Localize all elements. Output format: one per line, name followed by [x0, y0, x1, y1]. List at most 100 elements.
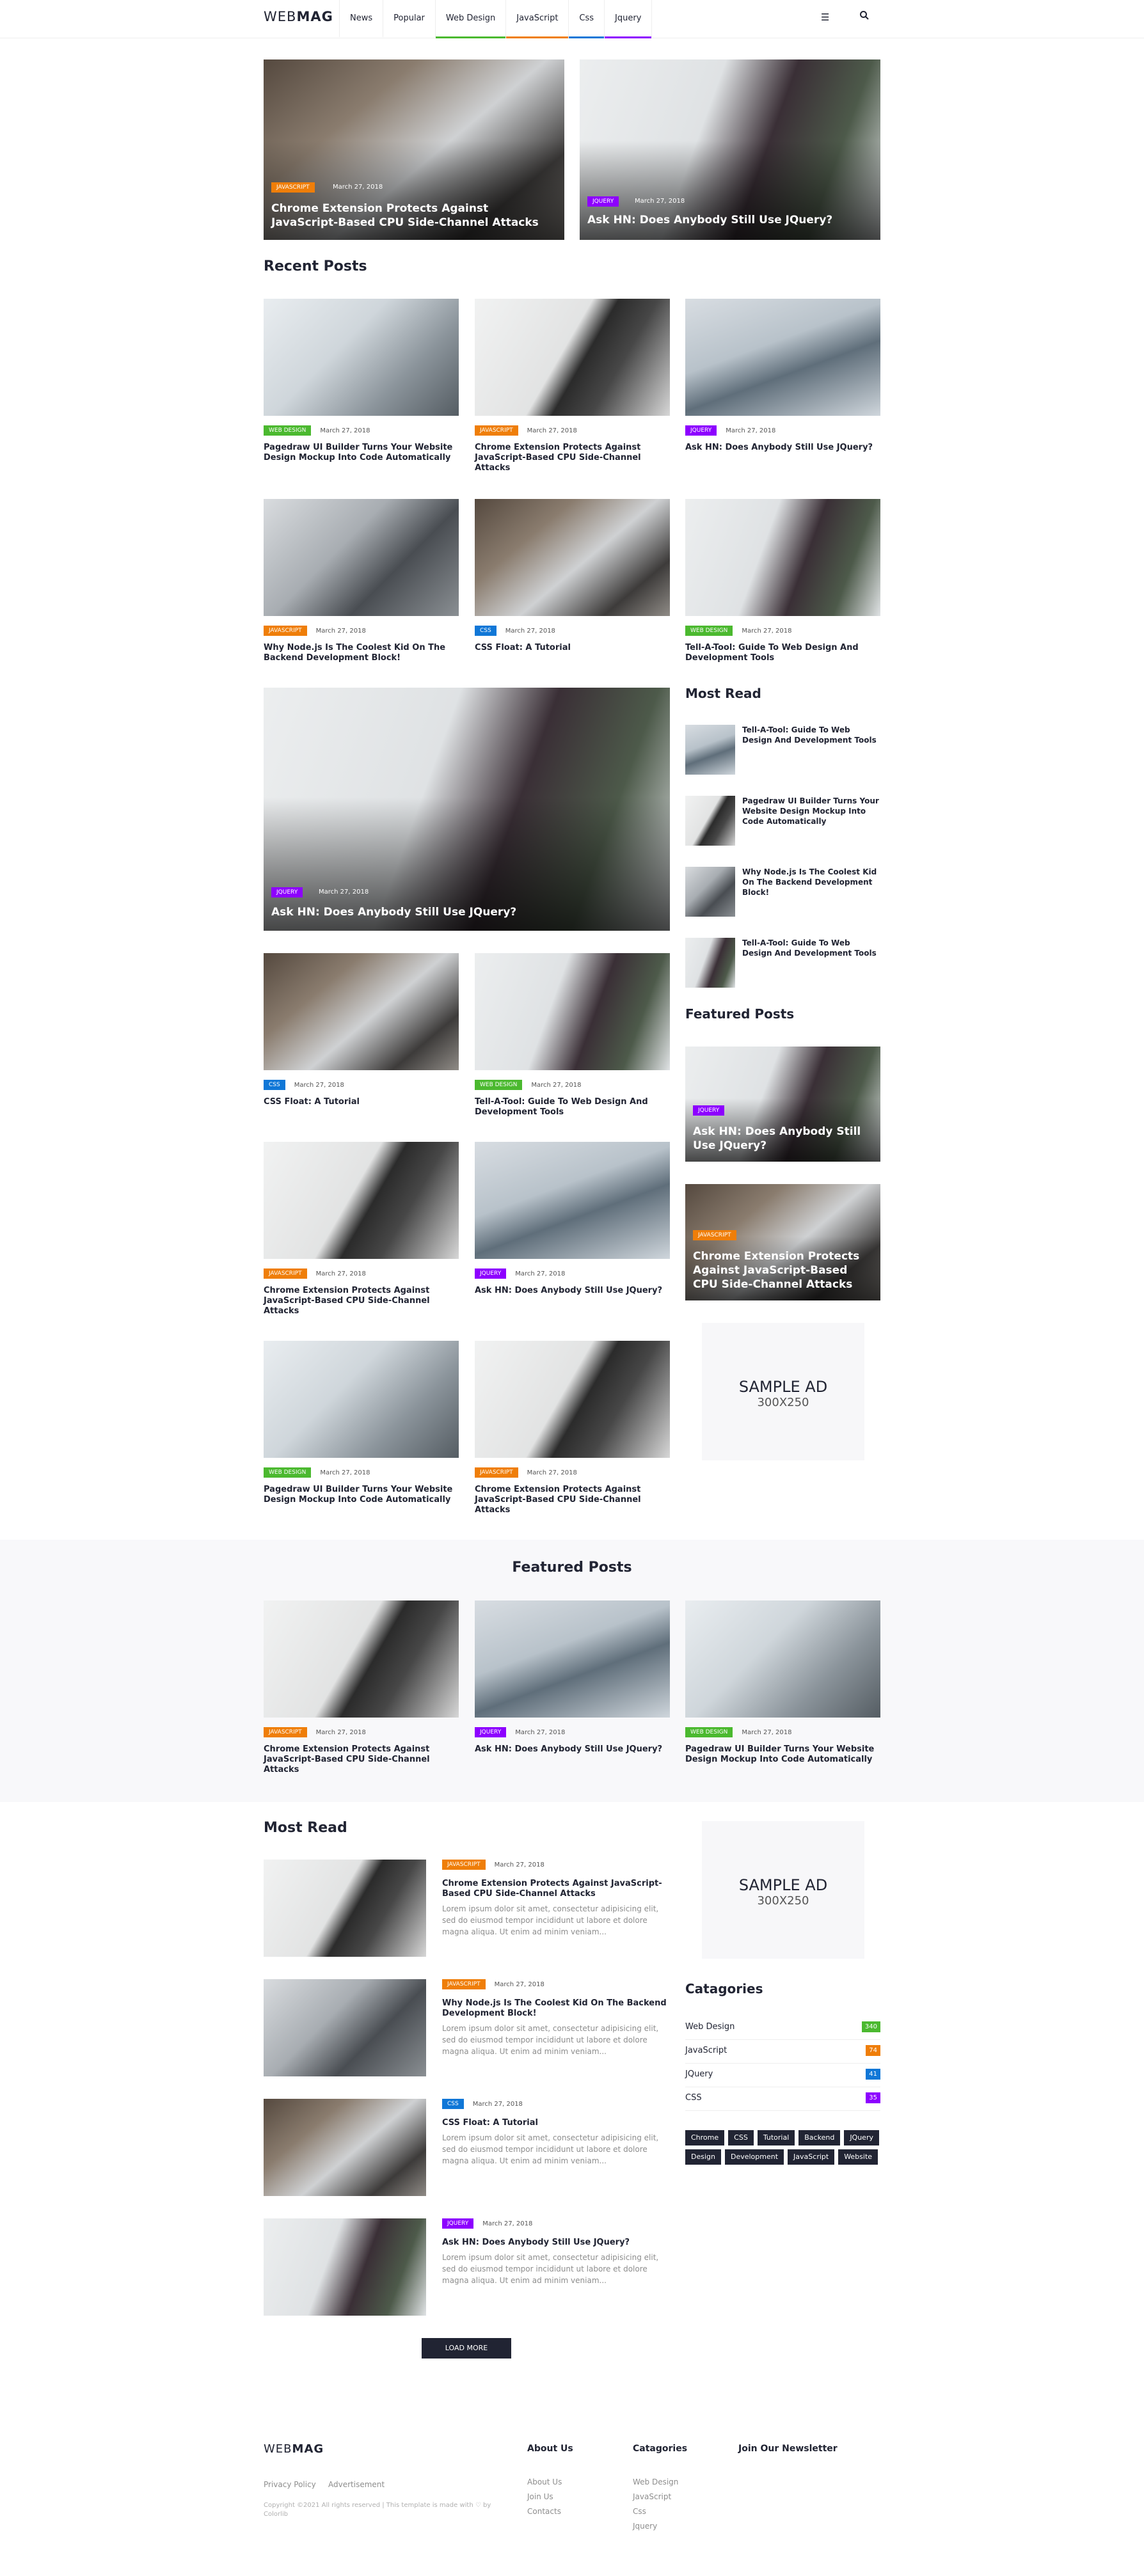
category-badge[interactable]: JQUERY [442, 2218, 474, 2229]
recent-more-post-5-title[interactable]: Chrome Extension Protects Against JavaSc… [475, 1485, 670, 1515]
search-icon[interactable] [859, 10, 870, 23]
category-badge[interactable]: JAVASCRIPT [693, 1230, 736, 1240]
category-badge[interactable]: CSS [264, 1080, 285, 1090]
category-badge[interactable]: JAVASCRIPT [264, 626, 307, 636]
category-badge[interactable]: JQUERY [587, 196, 619, 207]
hero-post-1[interactable]: JAVASCRIPT March 27, 2018 Chrome Extensi… [264, 59, 564, 240]
most-read-thumb[interactable] [264, 1860, 426, 1957]
category-badge[interactable]: JAVASCRIPT [442, 1860, 486, 1870]
featured-post-0-title[interactable]: Chrome Extension Protects Against JavaSc… [264, 1744, 459, 1775]
recent-more-post-4-image[interactable] [264, 1341, 459, 1458]
category-badge[interactable]: JAVASCRIPT [264, 1727, 307, 1737]
recent-post-3-title[interactable]: Why Node.js Is The Coolest Kid On The Ba… [264, 643, 459, 663]
nav-item-1[interactable]: Popular [383, 0, 435, 37]
big-post[interactable]: JQUERY March 27, 2018 Ask HN: Does Anybo… [264, 688, 670, 931]
recent-more-post-3-title[interactable]: Ask HN: Does Anybody Still Use JQuery? [475, 1286, 670, 1296]
category-badge[interactable]: CSS [442, 2099, 464, 2109]
featured-post-0-image[interactable] [264, 1600, 459, 1718]
sample-ad-2[interactable]: SAMPLE AD 300X250 [702, 1821, 864, 1959]
recent-more-post-0-title[interactable]: CSS Float: A Tutorial [264, 1097, 459, 1107]
recent-more-post-1-image[interactable] [475, 953, 670, 1070]
category-badge[interactable]: JAVASCRIPT [442, 1979, 486, 1989]
footer-link-advertisement[interactable]: Advertisement [328, 2480, 385, 2489]
category-badge[interactable]: JQUERY [693, 1105, 725, 1116]
most-read-title-0[interactable]: Chrome Extension Protects Against JavaSc… [442, 1879, 670, 1899]
most-read-title-3[interactable]: Ask HN: Does Anybody Still Use JQuery? [442, 2238, 670, 2248]
tag-development[interactable]: Development [724, 2149, 784, 2165]
recent-post-3-image[interactable] [264, 499, 459, 616]
nav-item-0[interactable]: News [339, 0, 383, 37]
hero-post-2[interactable]: JQUERY March 27, 2018 Ask HN: Does Anybo… [580, 59, 880, 240]
category-badge[interactable]: WEB DESIGN [264, 1467, 312, 1478]
tag-css[interactable]: CSS [728, 2130, 754, 2145]
sidebar-most-read-thumb[interactable] [685, 725, 735, 775]
recent-post-0-title[interactable]: Pagedraw UI Builder Turns Your Website D… [264, 443, 459, 463]
recent-more-post-0-image[interactable] [264, 953, 459, 1070]
recent-post-2-image[interactable] [685, 299, 880, 416]
most-read-thumb[interactable] [264, 2218, 426, 2316]
footer-logo[interactable]: WEBMAG [264, 2442, 324, 2456]
recent-more-post-4-title[interactable]: Pagedraw UI Builder Turns Your Website D… [264, 1485, 459, 1505]
tag-javascript[interactable]: JavaScript [788, 2149, 835, 2165]
category-row-1[interactable]: JavaScript 74 [685, 2040, 880, 2064]
most-read-title-1[interactable]: Why Node.js Is The Coolest Kid On The Ba… [442, 1998, 670, 2019]
post-title[interactable]: Ask HN: Does Anybody Still Use JQuery? [693, 1125, 872, 1153]
featured-post-1-image[interactable] [475, 1600, 670, 1718]
sidebar-most-read-thumb[interactable] [685, 867, 735, 917]
category-badge[interactable]: WEB DESIGN [475, 1080, 523, 1090]
sidebar-most-read-thumb[interactable] [685, 938, 735, 988]
category-badge[interactable]: JAVASCRIPT [475, 1467, 518, 1478]
footer-about-link[interactable]: Join Us [527, 2492, 553, 2501]
recent-post-4-title[interactable]: CSS Float: A Tutorial [475, 643, 670, 653]
recent-post-4-image[interactable] [475, 499, 670, 616]
category-badge[interactable]: JAVASCRIPT [264, 1268, 307, 1279]
recent-more-post-2-title[interactable]: Chrome Extension Protects Against JavaSc… [264, 1286, 459, 1316]
footer-link-privacy[interactable]: Privacy Policy [264, 2480, 316, 2489]
category-badge[interactable]: WEB DESIGN [685, 626, 733, 636]
category-row-0[interactable]: Web Design 340 [685, 2016, 880, 2040]
category-badge[interactable]: JAVASCRIPT [271, 182, 315, 193]
tag-chrome[interactable]: Chrome [685, 2130, 725, 2145]
footer-about-link[interactable]: About Us [527, 2477, 562, 2486]
footer-category-link[interactable]: JavaScript [633, 2492, 671, 2501]
load-more-button[interactable]: LOAD MORE [422, 2338, 511, 2359]
category-badge[interactable]: JQUERY [475, 1727, 507, 1737]
featured-post-1-title[interactable]: Ask HN: Does Anybody Still Use JQuery? [475, 1744, 670, 1755]
post-title[interactable]: Ask HN: Does Anybody Still Use JQuery? [587, 213, 869, 227]
category-badge[interactable]: JQUERY [685, 425, 717, 436]
menu-icon[interactable]: ☰ [821, 12, 829, 23]
recent-more-post-1-title[interactable]: Tell-A-Tool: Guide To Web Design And Dev… [475, 1097, 670, 1118]
recent-post-2-title[interactable]: Ask HN: Does Anybody Still Use JQuery? [685, 443, 880, 453]
most-read-thumb[interactable] [264, 1979, 426, 2076]
recent-post-0-image[interactable] [264, 299, 459, 416]
sidebar-most-read-title-1[interactable]: Pagedraw UI Builder Turns Your Website D… [742, 796, 880, 826]
site-logo[interactable]: WEBMAG [264, 9, 333, 24]
nav-item-5[interactable]: Jquery [604, 0, 653, 38]
featured-post-2-image[interactable] [685, 1600, 880, 1718]
recent-more-post-5-image[interactable] [475, 1341, 670, 1458]
category-badge[interactable]: JQUERY [271, 887, 303, 897]
category-badge[interactable]: WEB DESIGN [685, 1727, 733, 1737]
footer-category-link[interactable]: Web Design [633, 2477, 678, 2486]
most-read-title-2[interactable]: CSS Float: A Tutorial [442, 2118, 670, 2128]
tag-backend[interactable]: Backend [798, 2130, 841, 2145]
tag-jquery[interactable]: JQuery [844, 2130, 879, 2145]
sidebar-most-read-thumb[interactable] [685, 796, 735, 846]
recent-more-post-3-image[interactable] [475, 1142, 670, 1259]
sidebar-most-read-title-0[interactable]: Tell-A-Tool: Guide To Web Design And Dev… [742, 725, 880, 745]
sidebar-featured-post-1[interactable]: JQUERY Ask HN: Does Anybody Still Use JQ… [685, 1047, 880, 1162]
nav-item-3[interactable]: JavaScript [505, 0, 569, 38]
nav-item-4[interactable]: Css [568, 0, 605, 38]
recent-post-5-image[interactable] [685, 499, 880, 616]
category-row-2[interactable]: JQuery 41 [685, 2064, 880, 2087]
tag-tutorial[interactable]: Tutorial [757, 2130, 795, 2145]
sidebar-featured-post-2[interactable]: JAVASCRIPT Chrome Extension Protects Aga… [685, 1184, 880, 1300]
tag-design[interactable]: Design [685, 2149, 721, 2165]
footer-about-link[interactable]: Contacts [527, 2507, 561, 2516]
sample-ad[interactable]: SAMPLE AD 300X250 [702, 1323, 864, 1460]
recent-post-1-title[interactable]: Chrome Extension Protects Against JavaSc… [475, 443, 670, 473]
recent-post-5-title[interactable]: Tell-A-Tool: Guide To Web Design And Dev… [685, 643, 880, 663]
footer-category-link[interactable]: Jquery [633, 2522, 657, 2531]
post-title[interactable]: Chrome Extension Protects Against JavaSc… [693, 1249, 872, 1292]
footer-category-link[interactable]: Css [633, 2507, 646, 2516]
